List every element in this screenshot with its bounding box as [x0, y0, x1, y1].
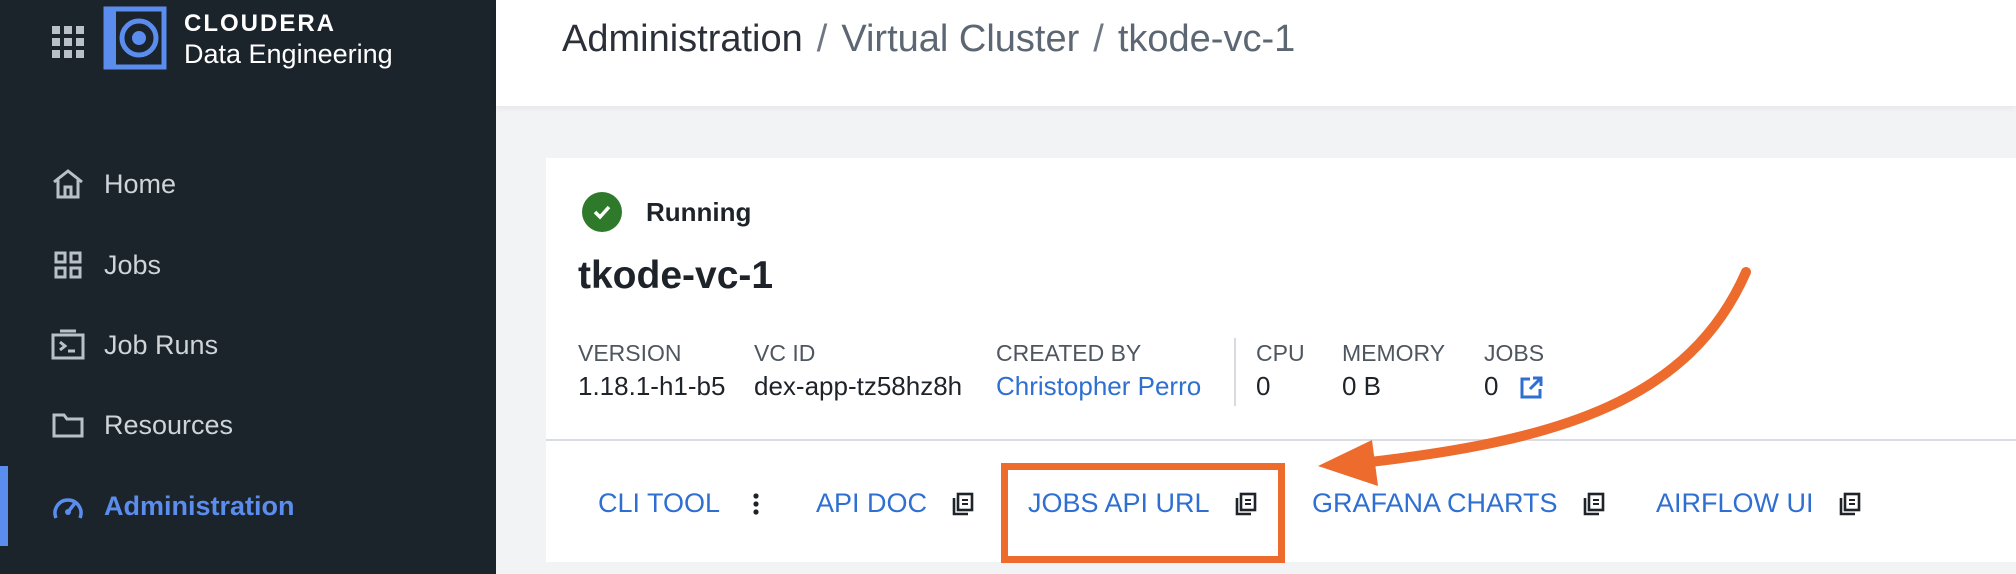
terminal-icon	[48, 325, 88, 365]
meta-jobs: JOBS 0	[1484, 338, 1544, 404]
copy-icon[interactable]	[951, 492, 975, 516]
sidebar-item-label: Home	[104, 168, 177, 199]
sidebar-item-jobs[interactable]: Jobs	[0, 235, 496, 295]
meta-key: VC ID	[754, 340, 816, 366]
sidebar-item-administration[interactable]: Administration	[0, 466, 496, 546]
grafana-charts-label: GRAFANA CHARTS	[1312, 488, 1558, 518]
api-doc-label: API DOC	[816, 488, 928, 518]
breadcrumb-current: tkode-vc-1	[1117, 18, 1296, 60]
breadcrumb-administration[interactable]: Administration	[562, 18, 803, 60]
cli-tool-label: CLI TOOL	[598, 488, 721, 518]
meta-value: 0	[1256, 371, 1271, 401]
meta-key: CREATED BY	[996, 340, 1142, 366]
sidebar-item-job-runs[interactable]: Job Runs	[0, 315, 496, 375]
brand: CLOUDERA Data Engineering	[184, 10, 393, 70]
airflow-ui-label: AIRFLOW UI	[1656, 488, 1814, 518]
meta-key: MEMORY	[1342, 340, 1446, 366]
copy-icon[interactable]	[1838, 492, 1862, 516]
breadcrumb-virtual-cluster[interactable]: Virtual Cluster	[841, 18, 1079, 60]
breadcrumb: Administration / Virtual Cluster / tkode-vc-…	[562, 18, 1295, 61]
home-icon	[48, 164, 88, 204]
sidebar-item-label: Resources	[104, 409, 234, 440]
meta-key: VERSION	[578, 340, 682, 366]
api-doc-button[interactable]: API DOC	[816, 488, 975, 519]
status-indicator: Running	[582, 192, 751, 232]
annotation-highlight-box	[1001, 463, 1285, 563]
sidebar-item-resources[interactable]: Resources	[0, 395, 496, 455]
breadcrumb-separator: /	[1093, 18, 1104, 60]
grafana-charts-button[interactable]: GRAFANA CHARTS	[1312, 488, 1606, 519]
cli-tool-button[interactable]: CLI TOOL	[598, 488, 768, 519]
folder-icon	[48, 405, 88, 445]
cloudera-logo-icon	[103, 6, 167, 70]
sidebar-item-label: Job Runs	[104, 329, 219, 360]
page-title: tkode-vc-1	[578, 254, 774, 297]
breadcrumb-separator: /	[816, 18, 828, 60]
sidebar-item-label: Jobs	[104, 249, 162, 280]
meta-value: 1.18.1-h1-b5	[578, 371, 726, 401]
jobs-grid-icon	[48, 245, 88, 285]
brand-company: CLOUDERA	[184, 10, 336, 37]
status-text: Running	[646, 196, 752, 227]
meta-value: 0 B	[1342, 371, 1382, 401]
meta-memory: MEMORY 0 B	[1342, 338, 1445, 404]
app-switcher-icon[interactable]	[52, 26, 84, 58]
brand-product: Data Engineering	[184, 39, 393, 69]
meta-value: dex-app-tz58hz8h	[754, 371, 963, 401]
divider	[546, 439, 2016, 441]
meta-key: CPU	[1256, 340, 1305, 366]
external-link-icon[interactable]	[1518, 375, 1544, 401]
meta-key: JOBS	[1484, 340, 1545, 366]
gauge-icon	[48, 488, 88, 528]
meta-cpu: CPU 0	[1256, 338, 1305, 404]
jobs-count: 0	[1484, 371, 1499, 401]
meta-value: 0	[1484, 368, 1544, 404]
top-header: Administration / Virtual Cluster / tkode-vc-…	[496, 0, 2016, 106]
created-by-link[interactable]: Christopher Perro	[996, 368, 1201, 404]
sidebar-item-label: Administration	[104, 490, 295, 521]
meta-created-by: CREATED BY Christopher Perro	[996, 338, 1201, 404]
copy-icon[interactable]	[1582, 492, 1606, 516]
sidebar: CLOUDERA Data Engineering Home Jobs Job …	[0, 0, 496, 574]
more-vertical-icon[interactable]	[744, 492, 768, 516]
sidebar-item-home[interactable]: Home	[0, 154, 496, 214]
meta-version: VERSION 1.18.1-h1-b5	[578, 338, 725, 404]
airflow-ui-button[interactable]: AIRFLOW UI	[1656, 488, 1862, 519]
meta-vc-id: VC ID dex-app-tz58hz8h	[754, 338, 962, 404]
check-circle-icon	[582, 192, 622, 232]
divider	[1234, 338, 1236, 406]
